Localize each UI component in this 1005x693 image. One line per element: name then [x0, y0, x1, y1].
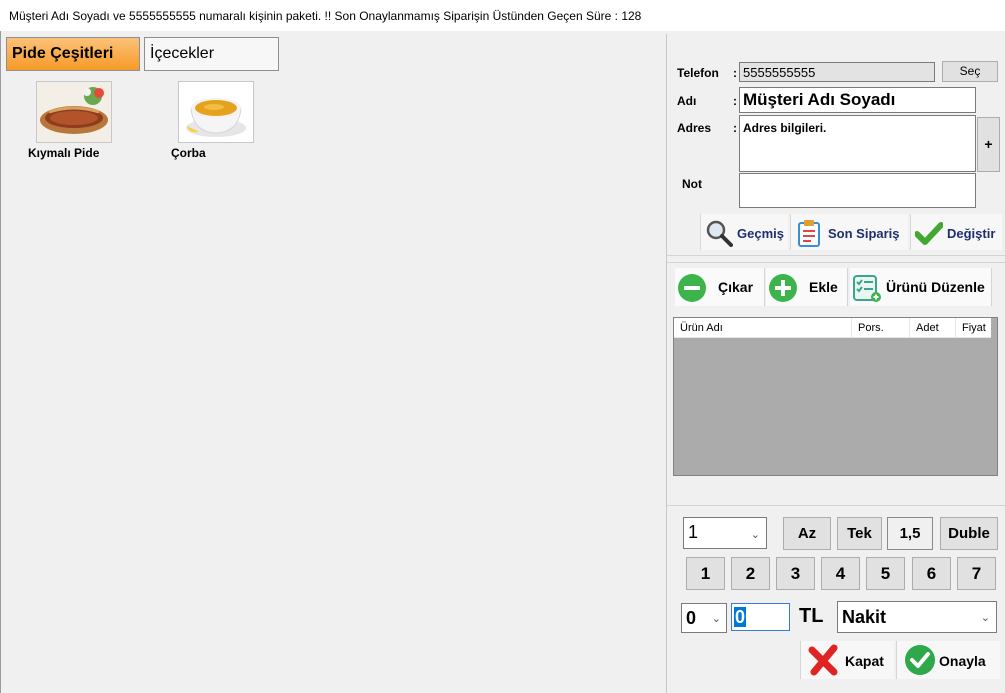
number-button-7[interactable]: 7: [957, 557, 996, 590]
amount-input[interactable]: 0: [731, 603, 790, 631]
discount-select[interactable]: 0 ⌄: [681, 603, 727, 633]
checklist-edit-icon: [853, 275, 881, 302]
portion-tek-button[interactable]: Tek: [837, 517, 882, 550]
phone-label: Telefon: [677, 66, 719, 80]
magnifier-icon: [706, 220, 733, 247]
note-field[interactable]: [739, 173, 976, 208]
edit-label: Ürünü Düzenle: [886, 279, 985, 295]
order-list-header: Ürün Adı Pors. Adet Fiyat: [674, 318, 992, 338]
column-header-price[interactable]: Fiyat: [956, 318, 992, 338]
edit-item-button[interactable]: Ürünü Düzenle: [850, 268, 992, 306]
portion-az-button[interactable]: Az: [783, 517, 831, 550]
colon: :: [733, 94, 737, 108]
phone-field[interactable]: 5555555555: [739, 62, 935, 82]
column-header-portion[interactable]: Pors.: [852, 318, 910, 338]
address-field[interactable]: Adres bilgileri.: [739, 115, 976, 172]
section-divider: [667, 505, 1005, 506]
category-tab-pide[interactable]: Pide Çeşitleri: [6, 37, 140, 71]
checkmark-icon: [915, 222, 943, 245]
history-button[interactable]: Geçmiş: [700, 214, 788, 250]
chevron-down-icon: ⌄: [980, 612, 990, 624]
last-order-button[interactable]: Son Sipariş: [790, 214, 908, 250]
select-customer-button[interactable]: Seç: [942, 61, 998, 82]
window-title: Müşteri Adı Soyadı ve 5555555555 numaral…: [9, 9, 642, 23]
add-item-button[interactable]: Ekle: [766, 268, 848, 306]
number-button-1[interactable]: 1: [686, 557, 725, 590]
change-label: Değiştir: [947, 226, 996, 241]
number-button-4[interactable]: 4: [821, 557, 860, 590]
number-button-5[interactable]: 5: [866, 557, 905, 590]
title-bar: Müşteri Adı Soyadı ve 5555555555 numaral…: [0, 0, 1005, 31]
product-label: Kıymalı Pide: [28, 146, 100, 160]
product-label: Çorba: [171, 146, 206, 160]
payment-method-select[interactable]: Nakit ⌄: [837, 601, 997, 633]
close-button[interactable]: Kapat: [800, 641, 894, 679]
history-label: Geçmiş: [737, 226, 784, 241]
section-divider: [667, 255, 1005, 256]
colon: :: [733, 121, 737, 135]
remove-item-button[interactable]: Çıkar: [675, 268, 765, 306]
add-address-button[interactable]: +: [977, 117, 1000, 172]
last-order-label: Son Sipariş: [828, 226, 900, 241]
green-check-circle-icon: [905, 645, 935, 675]
red-x-icon: [808, 644, 838, 676]
order-list[interactable]: Ürün Adı Pors. Adet Fiyat: [673, 317, 998, 476]
name-label: Adı: [677, 94, 697, 108]
name-field[interactable]: Müşteri Adı Soyadı: [739, 87, 976, 113]
change-button[interactable]: Değiştir: [910, 214, 1002, 250]
order-list-scrollbar[interactable]: [991, 318, 997, 475]
quantity-value: 1: [688, 522, 699, 542]
number-button-3[interactable]: 3: [776, 557, 815, 590]
amount-value: 0: [734, 607, 747, 627]
colon: :: [733, 66, 737, 80]
remove-label: Çıkar: [718, 279, 754, 295]
panel-divider: [666, 34, 667, 693]
quantity-select[interactable]: 1 ⌄: [683, 517, 767, 549]
currency-label: TL: [799, 605, 824, 627]
soup-bowl-photo[interactable]: [178, 81, 254, 143]
order-window: Müşteri Adı Soyadı ve 5555555555 numaral…: [0, 0, 1005, 693]
number-button-2[interactable]: 2: [731, 557, 770, 590]
minus-circle-icon: [678, 274, 706, 302]
window-border: [0, 31, 1, 693]
column-header-product[interactable]: Ürün Adı: [674, 318, 852, 338]
confirm-button[interactable]: Onayla: [896, 641, 1000, 679]
discount-value: 0: [686, 608, 697, 628]
category-tab-icecekler[interactable]: İçecekler: [144, 37, 279, 71]
chevron-down-icon: ⌄: [711, 613, 721, 625]
close-label: Kapat: [845, 653, 884, 669]
clipboard-icon: [798, 220, 820, 247]
note-label: Not: [682, 177, 702, 191]
plus-circle-icon: [769, 274, 797, 302]
column-header-quantity[interactable]: Adet: [910, 318, 956, 338]
section-divider: [667, 262, 1005, 263]
confirm-label: Onayla: [939, 653, 986, 669]
payment-method-value: Nakit: [842, 607, 887, 627]
chevron-down-icon: ⌄: [750, 529, 760, 541]
address-label: Adres: [677, 121, 712, 135]
pide-food-photo[interactable]: [36, 81, 112, 143]
portion-1-5-button[interactable]: 1,5: [887, 517, 933, 550]
portion-duble-button[interactable]: Duble: [940, 517, 998, 550]
number-button-6[interactable]: 6: [912, 557, 951, 590]
add-label: Ekle: [809, 279, 838, 295]
